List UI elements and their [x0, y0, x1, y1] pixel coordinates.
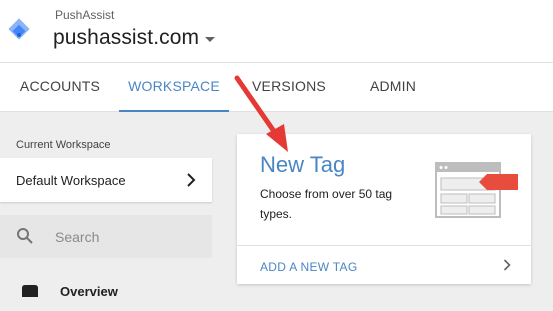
tag-template-icon — [435, 162, 518, 218]
tab-workspace[interactable]: WORKSPACE — [119, 63, 229, 112]
tab-versions[interactable]: VERSIONS — [238, 63, 340, 112]
add-new-tag-button[interactable]: ADD A NEW TAG — [237, 246, 531, 284]
container-selector[interactable]: pushassist.com — [53, 26, 216, 50]
search-icon — [17, 228, 33, 244]
tab-admin[interactable]: ADMIN — [352, 63, 434, 112]
chevron-right-icon[interactable] — [503, 259, 511, 271]
card-title[interactable]: New Tag — [260, 152, 345, 178]
main-tabs: ACCOUNTS WORKSPACE VERSIONS ADMIN — [0, 62, 553, 112]
add-new-tag-label[interactable]: ADD A NEW TAG — [260, 260, 357, 274]
header: PushAssist pushassist.com — [0, 0, 553, 62]
workspace-selector[interactable]: Default Workspace — [0, 158, 212, 202]
google-tag-manager-logo-icon[interactable] — [8, 18, 30, 40]
sidebar-item-overview[interactable]: Overview — [0, 274, 212, 310]
tab-accounts[interactable]: ACCOUNTS — [4, 63, 116, 112]
workspace-name[interactable]: Default Workspace — [16, 173, 126, 188]
caret-down-icon[interactable] — [205, 37, 216, 42]
search-input[interactable] — [55, 227, 195, 247]
container-name[interactable]: pushassist.com — [53, 26, 199, 50]
sidebar-search — [0, 215, 212, 258]
chevron-right-icon[interactable] — [186, 172, 196, 188]
account-name: PushAssist — [55, 8, 115, 22]
sidebar-item-label: Overview — [60, 284, 118, 299]
folder-icon — [22, 285, 38, 297]
current-workspace-label: Current Workspace — [16, 139, 111, 151]
new-tag-card: New Tag Choose from over 50 tag types. A… — [237, 134, 531, 284]
card-description: Choose from over 50 tag types. — [260, 187, 393, 221]
